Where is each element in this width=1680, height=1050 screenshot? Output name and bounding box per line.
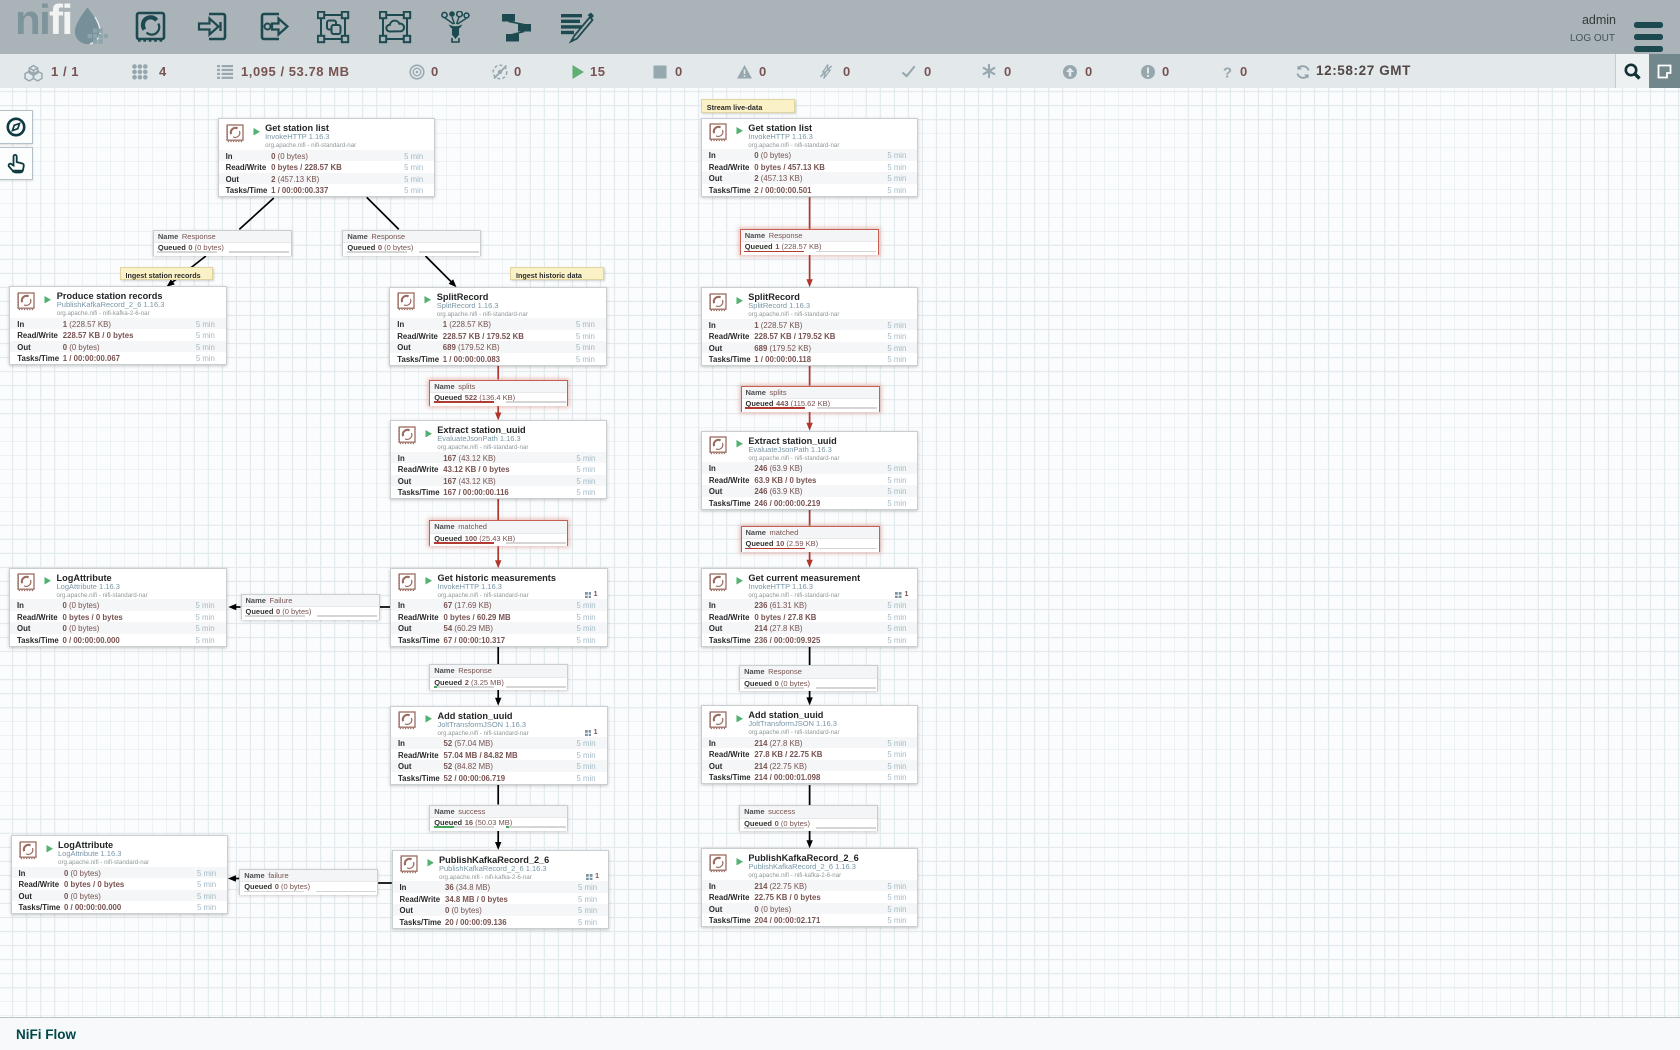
svg-text:?: ? bbox=[1223, 65, 1232, 80]
